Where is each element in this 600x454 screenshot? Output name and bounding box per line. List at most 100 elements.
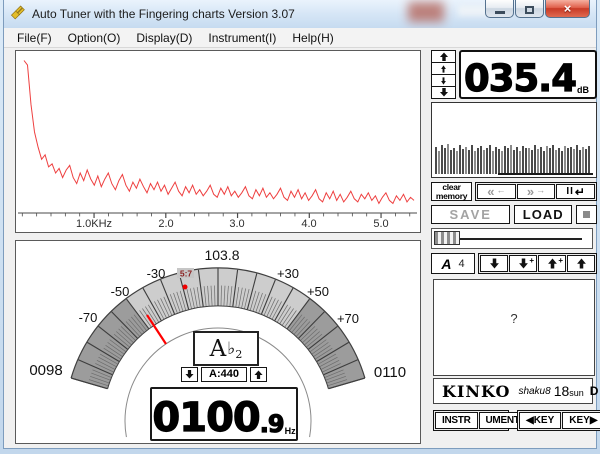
- memory-bar: [528, 148, 530, 174]
- memory-bar: [459, 145, 461, 174]
- memory-bar: [561, 151, 563, 174]
- load-button[interactable]: LOAD: [514, 205, 572, 224]
- return-arrow-icon: ↵: [575, 185, 585, 199]
- memory-bar: [501, 151, 503, 174]
- x-tick-label: 3.0: [229, 218, 244, 230]
- memory-bar: [435, 147, 437, 174]
- note-octave: 2: [235, 348, 242, 361]
- reference-pitch-row: A:440: [179, 366, 269, 382]
- level-fast-down-button[interactable]: [431, 86, 456, 99]
- memory-bar: [552, 145, 554, 174]
- memory-bar: [471, 145, 473, 174]
- level-unit: dB: [577, 85, 589, 95]
- rewind-button[interactable]: « ←: [477, 184, 516, 199]
- clear-memory-label: memory: [436, 192, 467, 201]
- memory-bar: [453, 148, 455, 174]
- arrow-up-icon: [547, 258, 558, 269]
- frequency-decimal: .9: [260, 414, 284, 436]
- playback-button-group: « ← » → II ↵: [475, 182, 597, 201]
- memory-bar: [573, 149, 575, 174]
- memory-bar: [579, 150, 581, 174]
- memory-bar: [558, 148, 560, 174]
- instrument-size-unit: sun: [569, 388, 584, 398]
- memory-bar: [576, 145, 578, 174]
- key-up-button[interactable]: KEY▶: [562, 412, 600, 429]
- slider-track[interactable]: [460, 238, 582, 240]
- memory-bar: [537, 149, 539, 174]
- menu-display[interactable]: Display(D): [128, 29, 200, 47]
- close-button[interactable]: ×: [545, 0, 590, 18]
- note-up-semitone-button[interactable]: +: [538, 255, 566, 272]
- arrow-down-icon: [185, 370, 194, 379]
- memory-waveform-display: [431, 102, 597, 178]
- memory-bar: [543, 151, 545, 174]
- minimize-button[interactable]: [485, 0, 514, 18]
- reference-pitch-display: A:440: [201, 367, 247, 382]
- file-controls: SAVE LOAD: [431, 205, 597, 224]
- window-title: Auto Tuner with the Fingering charts Ver…: [32, 7, 295, 21]
- harmonic-marker-dot: [183, 285, 188, 290]
- instrument-prev-button[interactable]: INSTR: [435, 412, 478, 429]
- minimize-icon: [495, 11, 505, 14]
- forward-button[interactable]: » →: [517, 184, 556, 199]
- menu-option[interactable]: Option(O): [60, 29, 129, 47]
- arrow-strong-up-icon: [439, 52, 449, 61]
- memory-bar: [540, 147, 542, 174]
- flat-icon: ♭: [227, 339, 235, 359]
- slider-handle[interactable]: [434, 231, 460, 245]
- tuning-fork-icon: [10, 5, 27, 22]
- pause-button[interactable]: II ↵: [556, 184, 595, 199]
- menu-help[interactable]: Help(H): [284, 29, 341, 47]
- fingering-placeholder: ?: [510, 311, 517, 326]
- memory-bar: [486, 148, 488, 174]
- memory-bar: [516, 147, 518, 174]
- reference-pitch-down-button[interactable]: [181, 367, 198, 382]
- reference-pitch-up-button[interactable]: [250, 367, 267, 382]
- memory-bar: [462, 149, 464, 174]
- background-window-artifact: [408, 2, 444, 22]
- memory-bar: [519, 151, 521, 174]
- memory-bar: [456, 151, 458, 174]
- memory-bar: [555, 150, 557, 174]
- rewind-arrow-icon: ←: [496, 185, 505, 195]
- gauge-scale-label: +70: [337, 311, 359, 326]
- memory-bar: [441, 145, 443, 174]
- memory-bar: [498, 149, 500, 174]
- note-down-button[interactable]: [480, 255, 508, 272]
- load-option-button[interactable]: [576, 205, 597, 224]
- octave-indicator-button[interactable]: A 4: [431, 253, 475, 274]
- menu-file[interactable]: File(F): [9, 29, 60, 47]
- memory-bar: [438, 151, 440, 174]
- menu-instrument[interactable]: Instrument(I): [200, 29, 284, 47]
- harmonic-marker-label: 5:7: [180, 269, 193, 279]
- spectrum-trace: [24, 61, 414, 204]
- title-bar: Auto Tuner with the Fingering charts Ver…: [4, 0, 596, 29]
- note-display: A ♭ 2: [193, 331, 259, 366]
- memory-bar: [522, 146, 524, 174]
- memory-level-bars: [435, 142, 593, 174]
- instrument-info-display: KINKO shaku8 18 sun D: [433, 378, 593, 404]
- note-down-semitone-button[interactable]: +: [509, 255, 537, 272]
- memory-bar: [567, 148, 569, 174]
- x-tick-label: 2.0: [158, 218, 173, 230]
- memory-bar: [549, 148, 551, 174]
- arrow-down-icon: [489, 258, 500, 269]
- maximize-button[interactable]: [515, 0, 544, 18]
- gauge-peak-frequency: 103.8: [204, 247, 239, 263]
- gauge-scale-label: -70: [79, 310, 98, 325]
- instrument-button-group: INSTR UMENT: [433, 410, 509, 431]
- key-down-button[interactable]: ◀KEY: [519, 412, 561, 429]
- save-button[interactable]: SAVE: [431, 205, 510, 224]
- memory-bar: [450, 150, 452, 174]
- clear-memory-button[interactable]: clear memory: [431, 182, 472, 201]
- memory-bar: [513, 150, 515, 174]
- forward-icon: »: [527, 185, 534, 198]
- memory-bar: [507, 148, 509, 174]
- instrument-size: 18: [554, 383, 570, 399]
- octave-controls: A 4 + +: [431, 253, 597, 274]
- note-up-button[interactable]: [567, 255, 595, 272]
- frequency-value: 0100: [152, 400, 259, 436]
- plus-icon: +: [558, 256, 563, 265]
- forward-arrow-icon: →: [536, 185, 545, 195]
- memory-bar: [480, 146, 482, 174]
